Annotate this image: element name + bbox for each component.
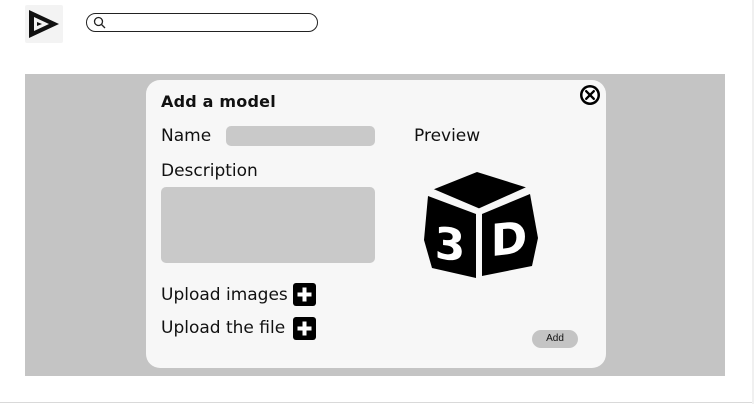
upload-images-label: Upload images (161, 285, 288, 305)
search-input[interactable] (109, 15, 309, 29)
svg-text:3: 3 (435, 218, 466, 272)
close-circle-icon (580, 85, 600, 105)
description-label: Description (161, 161, 258, 181)
name-label: Name (161, 126, 212, 146)
upload-images-button[interactable] (293, 283, 316, 306)
model-preview: 3 D (416, 168, 542, 282)
preview-label: Preview (414, 126, 481, 146)
app-logo[interactable] (25, 5, 63, 43)
page: Add a model Name Description Preview 3 D… (0, 0, 754, 404)
close-button[interactable] (579, 84, 601, 106)
search-bar[interactable] (86, 13, 318, 32)
dialog-title: Add a model (161, 92, 276, 111)
3d-cube-icon: 3 D (424, 172, 538, 278)
svg-text:D: D (491, 212, 528, 267)
upload-file-button[interactable] (293, 317, 316, 340)
upload-file-label: Upload the file (161, 318, 286, 338)
search-icon (93, 16, 106, 29)
plus-icon (297, 321, 312, 336)
add-button[interactable]: Add (532, 330, 578, 348)
name-field[interactable] (226, 126, 375, 146)
bottom-divider (0, 402, 754, 403)
play-triangle-logo-icon (29, 10, 59, 38)
plus-icon (297, 287, 312, 302)
description-field[interactable] (161, 187, 375, 263)
add-model-dialog: Add a model Name Description Preview 3 D… (146, 80, 606, 368)
top-bar (0, 0, 754, 56)
